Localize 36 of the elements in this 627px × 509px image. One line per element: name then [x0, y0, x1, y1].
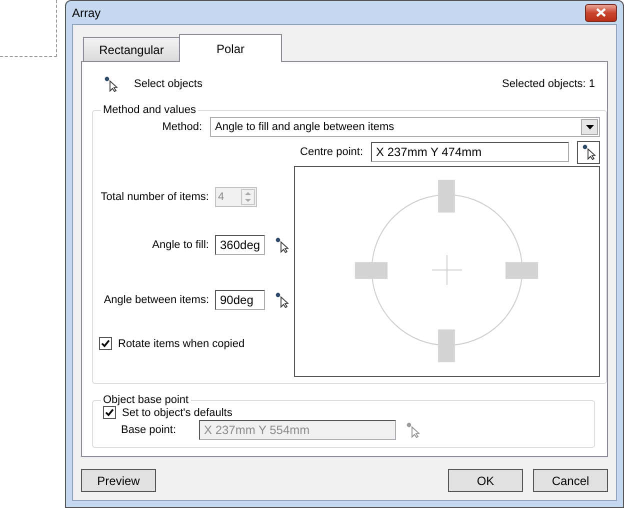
dropdown-arrow-icon [586, 124, 594, 130]
selection-marquee [0, 0, 57, 57]
checkbox[interactable] [103, 406, 116, 419]
checkbox[interactable] [99, 337, 112, 350]
method-label: Method: [162, 121, 202, 133]
angle-field[interactable]: 360deg [215, 235, 265, 255]
base-point-label: Base point: [121, 424, 178, 436]
item-count-spinner: 4 [215, 187, 257, 207]
method-dropdown[interactable]: Angle to fill and angle between items [210, 117, 600, 137]
pick-point-icon [406, 422, 420, 438]
pick-point-icon[interactable] [582, 144, 596, 160]
field-label: Angle between items: [102, 294, 209, 306]
group-title: Method and values [102, 104, 197, 116]
angle-field[interactable]: 90deg [215, 290, 265, 310]
preview-button[interactable]: Preview [81, 469, 156, 492]
select-objects-label[interactable]: Select objects [134, 78, 202, 90]
pick-point-button[interactable] [577, 140, 600, 164]
pick-point-icon[interactable] [275, 237, 289, 253]
centre-point-field[interactable]: X 237mm Y 474mm [371, 142, 569, 162]
tab[interactable]: Rectangular [83, 37, 180, 61]
group-title: Object base point [102, 394, 190, 406]
select-objects-icon[interactable] [104, 76, 118, 92]
field-label: Total number of items: [100, 191, 209, 203]
window-title: Array [72, 6, 101, 20]
pick-point-icon[interactable] [275, 292, 289, 308]
dialog-button[interactable]: Cancel [533, 469, 608, 492]
close-button[interactable] [585, 4, 617, 22]
checkbox-label: Set to object's defaults [122, 406, 232, 418]
base-point-field: X 237mm Y 554mm [199, 420, 396, 440]
tab[interactable]: Polar [179, 34, 282, 62]
centre-point-label: Centre point: [300, 146, 363, 158]
checkbox-label: Rotate items when copied [118, 338, 245, 350]
field-label: Angle to fill: [151, 239, 209, 251]
dialog-button[interactable]: OK [448, 469, 523, 492]
close-icon [596, 8, 606, 17]
selected-count: Selected objects: 1 [502, 78, 595, 90]
